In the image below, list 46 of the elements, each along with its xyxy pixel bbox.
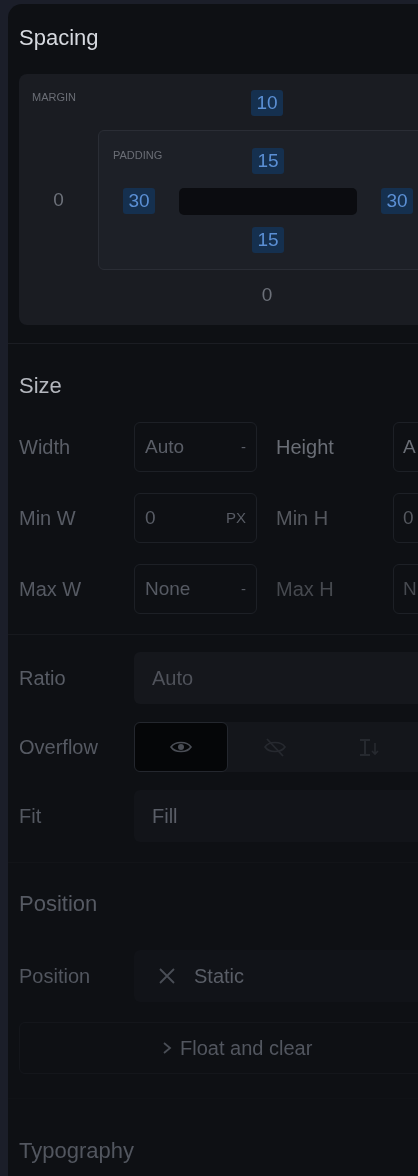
- padding-label: PADDING: [113, 149, 163, 161]
- field-label: Max W: [19, 577, 83, 602]
- close-icon: [158, 967, 176, 985]
- unit-label: PX: [226, 507, 246, 528]
- spacing-value[interactable]: 15: [252, 148, 284, 174]
- field-value: Static: [194, 964, 245, 989]
- section-title: Size: [19, 372, 63, 400]
- margin-label: MARGIN: [32, 91, 76, 103]
- float-clear-button[interactable]: Float and clear: [19, 1022, 418, 1074]
- size-field[interactable]: 0: [393, 493, 418, 543]
- field-value: 0: [403, 505, 414, 530]
- size-field[interactable]: A: [393, 422, 418, 472]
- field-label: Min W: [19, 506, 77, 531]
- field-value: A: [403, 434, 416, 459]
- overflow-option[interactable]: [134, 722, 228, 772]
- spacing-value[interactable]: 0: [256, 281, 278, 308]
- unit-label: -: [241, 436, 246, 457]
- size-field[interactable]: 0 PX: [134, 493, 257, 543]
- size-field[interactable]: None -: [134, 564, 257, 614]
- spacing-value[interactable]: 10: [251, 90, 283, 116]
- ratio-dropdown[interactable]: Auto: [134, 652, 418, 704]
- field-label: Height: [276, 435, 335, 460]
- chevron-right-icon: [162, 1041, 172, 1055]
- field-value: 0: [145, 505, 156, 530]
- spacing-value[interactable]: 30: [123, 188, 155, 214]
- spacing-value[interactable]: 30: [381, 188, 413, 214]
- fit-dropdown[interactable]: Fill: [134, 790, 418, 842]
- field-label: Min H: [276, 506, 330, 531]
- field-label: Ratio: [19, 666, 67, 691]
- spacing-value[interactable]: 0: [48, 187, 69, 213]
- section-title: Position: [19, 890, 99, 918]
- field-label: Position: [19, 964, 92, 989]
- field-value: Auto: [145, 434, 185, 459]
- position-dropdown[interactable]: Static: [134, 950, 418, 1002]
- field-value: None: [145, 576, 191, 601]
- size-field[interactable]: Auto -: [134, 422, 257, 472]
- size-field[interactable]: N: [393, 564, 418, 614]
- section-title: Typography: [19, 1137, 135, 1165]
- field-label: Fit: [19, 804, 43, 829]
- field-label: Max H: [276, 577, 335, 602]
- unit-label: -: [241, 578, 246, 599]
- section-title: Spacing: [19, 24, 100, 52]
- spacing-value[interactable]: 15: [252, 227, 284, 253]
- field-label: Width: [19, 435, 72, 460]
- field-label: Overflow: [19, 735, 99, 760]
- field-value: N: [403, 576, 417, 601]
